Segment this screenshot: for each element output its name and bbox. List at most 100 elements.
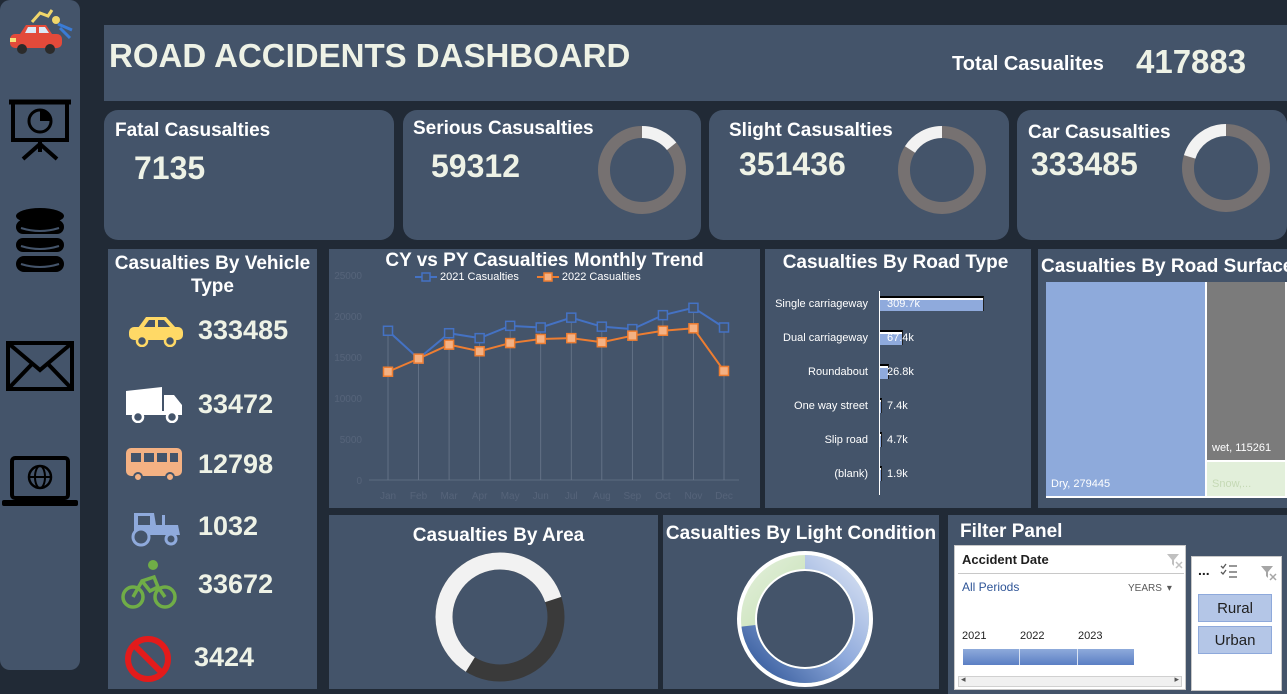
panel-title: Casualties By Area — [412, 525, 585, 546]
treemap-cell: Dry, 279445 — [1046, 282, 1207, 498]
data-point — [382, 366, 394, 378]
vehicle-row-car: 333485 — [108, 307, 318, 357]
bar-value-label: 309.7k — [887, 298, 921, 310]
clear-filter-icon[interactable] — [1165, 551, 1183, 569]
bus-icon — [126, 448, 182, 482]
x-tick-label: Sep — [623, 491, 641, 502]
total-casualties-label: Total Casualites — [952, 53, 1104, 75]
kpi-card-slight: Slight Casusalties 351436 — [709, 110, 1009, 240]
series-line-1 — [387, 327, 725, 373]
series-line-0 — [387, 306, 725, 360]
trend-line-chart: 0 5000 10000 15000 20000 25000 Jan Feb Mar Apr May… — [334, 271, 739, 502]
mail-icon[interactable] — [0, 340, 80, 392]
y-tick-label: 15000 — [334, 353, 362, 364]
data-point — [504, 320, 516, 332]
period-level-dropdown[interactable]: YEARS ▾ — [1128, 583, 1172, 594]
road-type-bar-chart: Single carriageway 309.7k Dual carriageway… — [765, 249, 1031, 508]
slicer-divider — [958, 573, 1184, 574]
multi-select-icon[interactable] — [1220, 563, 1238, 579]
truck-icon — [126, 387, 182, 423]
data-point — [504, 337, 516, 349]
presentation-chart-icon[interactable] — [0, 96, 80, 162]
bar-category-label: Dual carriageway — [783, 332, 868, 344]
data-point — [535, 322, 546, 333]
bar — [880, 398, 883, 413]
vehicle-value: 33472 — [198, 389, 274, 419]
treemap-label: wet, 115261 — [1212, 442, 1272, 454]
kpi-card-car: Car Casusalties 333485 — [1017, 110, 1287, 240]
x-tick-label: Oct — [655, 491, 671, 502]
data-point — [474, 346, 485, 357]
data-point — [596, 321, 608, 332]
light-donut-chart — [737, 551, 873, 687]
data-point — [474, 332, 485, 344]
area-option-urban[interactable]: Urban — [1198, 626, 1272, 654]
y-tick-label: 5000 — [340, 435, 363, 446]
x-tick-label: Feb — [410, 491, 428, 502]
kpi-card-fatal: Fatal Casusalties 7135 — [104, 110, 394, 240]
total-casualties-value: 417883 — [1136, 43, 1247, 80]
x-tick-label: Jan — [380, 491, 396, 502]
treemap-label: Snow,... — [1212, 478, 1252, 490]
kpi-label: Slight Casusalties — [729, 120, 893, 141]
accident-date-slicer[interactable]: Accident Date All Periods YEARS ▾ 2021 20… — [954, 545, 1186, 690]
clear-filter-icon[interactable] — [1259, 563, 1277, 581]
x-tick-label: Mar — [440, 491, 458, 502]
car-crash-icon[interactable] — [0, 8, 80, 56]
bar-category-label: One way street — [794, 400, 868, 412]
scroll-right-icon[interactable]: ▸ — [1174, 674, 1179, 685]
scroll-left-icon[interactable]: ◂ — [961, 674, 966, 685]
vehicle-value: 12798 — [198, 449, 274, 479]
timeline-year: 2022 — [1020, 630, 1045, 642]
bar — [880, 466, 882, 481]
y-axis — [879, 291, 880, 495]
kpi-donut — [1182, 124, 1270, 212]
x-tick-label: Jun — [533, 491, 549, 502]
kpi-donut — [598, 126, 686, 214]
filter-panel: Filter Panel Accident Date All Periods Y… — [948, 515, 1287, 694]
kpi-label: Serious Casusalties — [413, 118, 594, 139]
timeline-scrollbar[interactable]: ◂ ▸ — [958, 674, 1182, 687]
kpi-label: Car Casusalties — [1028, 122, 1171, 143]
vehicle-value: 33672 — [198, 569, 274, 599]
data-point — [566, 332, 577, 344]
area-slicer[interactable]: ... Rural Urban — [1191, 556, 1282, 691]
data-point — [413, 353, 424, 364]
timeline-selection-bar[interactable] — [962, 649, 1134, 665]
area-option-rural[interactable]: Rural — [1198, 594, 1272, 622]
vehicle-type-panel: Casualties By Vehicle Type 333485 33472 — [108, 249, 317, 689]
bar-category-label: Single carriageway — [775, 298, 868, 310]
y-tick-label: 0 — [356, 476, 362, 487]
x-tick-label: May — [501, 491, 520, 502]
vehicle-value: 3424 — [194, 642, 255, 672]
database-icon[interactable] — [0, 206, 80, 276]
kpi-value: 351436 — [739, 146, 846, 182]
area-donut-chart — [435, 552, 565, 682]
data-point — [382, 325, 394, 337]
data-point — [657, 325, 669, 337]
vehicle-value: 333485 — [198, 315, 289, 345]
slicer-title: Accident Date — [962, 552, 1049, 567]
car-icon — [129, 317, 183, 347]
treemap-label: Dry, 279445 — [1051, 478, 1111, 490]
timeline-year: 2023 — [1078, 630, 1103, 642]
chevron-down-icon: ▾ — [1166, 583, 1172, 594]
data-point — [718, 322, 730, 333]
monthly-trend-panel: CY vs PY Casualties Monthly Trend 2021 C… — [329, 249, 760, 508]
vehicle-value: 1032 — [198, 511, 259, 541]
data-point — [596, 336, 608, 348]
x-tick-label: Nov — [685, 491, 703, 502]
panel-title: Filter Panel — [960, 521, 1063, 542]
y-tick-label: 10000 — [334, 394, 362, 405]
bar-value-label: 26.8k — [887, 366, 914, 378]
data-point — [718, 365, 730, 377]
y-tick-label: 20000 — [334, 312, 362, 323]
x-tick-label: Dec — [715, 491, 733, 502]
vehicle-row-bicycle: 33672 — [108, 559, 318, 609]
laptop-globe-icon[interactable] — [0, 454, 80, 510]
page-title: ROAD ACCIDENTS DASHBOARD — [109, 37, 631, 74]
x-tick-label: Aug — [593, 491, 611, 502]
x-tick-label: Apr — [472, 491, 488, 502]
x-tick-label: Jul — [565, 491, 578, 502]
vehicle-row-tractor: 1032 — [108, 503, 318, 553]
